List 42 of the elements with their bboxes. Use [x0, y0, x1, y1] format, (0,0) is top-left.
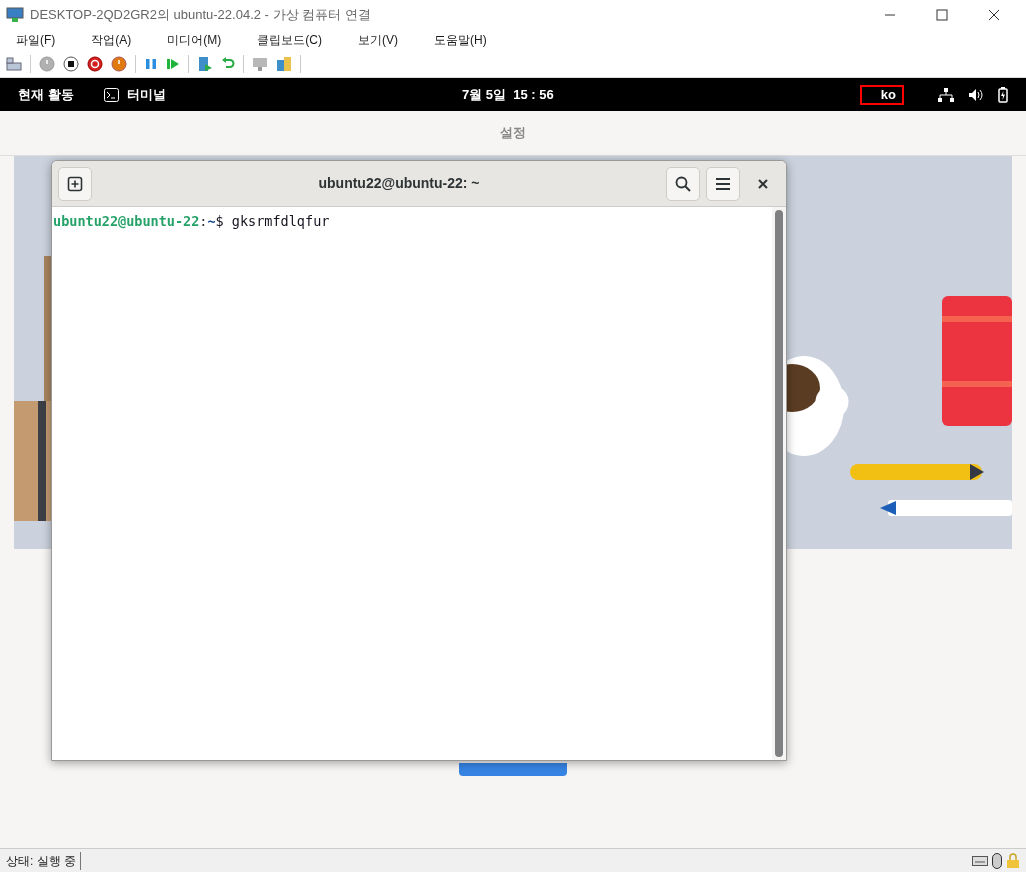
plus-icon	[67, 175, 83, 192]
menu-button[interactable]	[706, 166, 740, 201]
power-icon[interactable]	[39, 55, 55, 72]
close-icon[interactable]	[758, 178, 768, 189]
menu-item[interactable]: 파일(F)	[8, 31, 64, 49]
revert-icon[interactable]	[221, 56, 235, 71]
menu-icon	[716, 177, 730, 190]
activities-button[interactable]: 현재 활동	[18, 84, 74, 105]
settings-title: 설정	[500, 124, 526, 143]
network-icon[interactable]	[938, 87, 954, 102]
clock[interactable]: 7월 5일 15 : 56	[462, 84, 554, 105]
terminal-line: ubuntu22@ubuntu-22:~$ gksrmfdlqfur	[53, 212, 331, 231]
input-method-indicator[interactable]: ko	[860, 84, 904, 105]
search-button[interactable]	[666, 166, 700, 201]
share-icon[interactable]	[276, 55, 292, 72]
terminal-icon	[103, 87, 119, 102]
battery-icon[interactable]	[998, 86, 1008, 103]
menu-item[interactable]: 작업(A)	[83, 31, 140, 49]
status-text: 상태: 실행 중	[6, 851, 81, 870]
app-menu[interactable]: 터미널	[103, 84, 166, 105]
checkpoint-icon[interactable]	[197, 55, 213, 72]
mouse-icon	[992, 852, 1002, 869]
monitor-icon	[6, 7, 24, 23]
lock-icon	[1006, 852, 1020, 869]
new-tab-button[interactable]	[58, 166, 92, 201]
shutdown-icon[interactable]	[87, 55, 103, 72]
menu-item[interactable]: 도움말(H)	[426, 31, 495, 49]
enhanced-session-icon[interactable]	[252, 55, 268, 72]
reset-icon[interactable]	[111, 55, 127, 72]
keyboard-icon	[972, 855, 988, 866]
pause-icon[interactable]	[144, 56, 158, 71]
menu-item[interactable]: 미디어(M)	[159, 31, 230, 49]
volume-icon[interactable]	[968, 87, 984, 102]
window-title: DESKTOP-2QD2GR2의 ubuntu-22.04.2 - 가상 컴퓨터 연결	[30, 6, 371, 25]
terminal-title: ubuntu22@ubuntu-22: ~	[318, 174, 480, 193]
menu-item[interactable]: 클립보드(C)	[249, 31, 330, 49]
maximize-icon[interactable]	[936, 9, 948, 21]
close-icon[interactable]	[988, 9, 1000, 21]
stop-icon[interactable]	[63, 55, 79, 72]
search-icon	[675, 175, 691, 192]
menu-item[interactable]: 보기(V)	[350, 31, 406, 49]
play-icon[interactable]	[166, 56, 180, 71]
